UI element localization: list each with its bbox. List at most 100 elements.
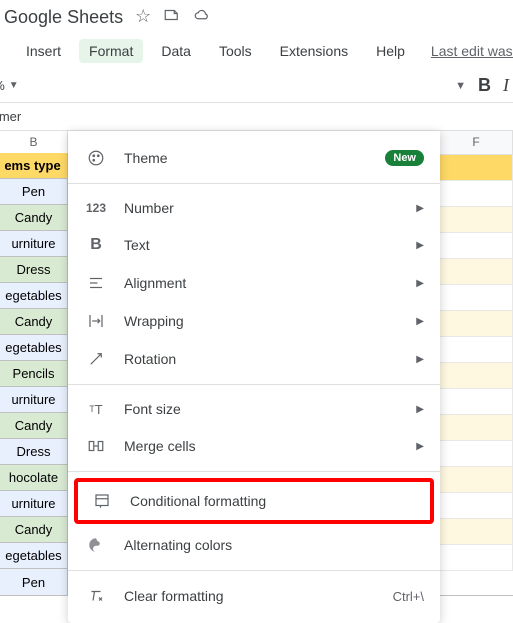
menu-alternating-colors[interactable]: Alternating colors	[68, 526, 440, 564]
divider	[68, 570, 440, 571]
menu-number[interactable]: 123 Number ▶	[68, 190, 440, 226]
wrap-icon	[84, 312, 108, 330]
menu-rotation[interactable]: Rotation ▶	[68, 340, 440, 378]
highlight-annotation: Conditional formatting	[74, 478, 434, 524]
zoom-selector[interactable]: 0% ▼	[0, 78, 19, 93]
document-title: e in Google Sheets	[0, 7, 123, 28]
menu-label: Merge cells	[124, 438, 416, 454]
table-cell[interactable]	[440, 207, 513, 233]
table-cell[interactable]	[440, 467, 513, 493]
table-cell[interactable]	[440, 311, 513, 337]
cloud-icon[interactable]	[193, 6, 211, 29]
table-cell[interactable]: egetables	[0, 543, 68, 569]
column-b: B ems type Pen Candy urniture Dress eget…	[0, 131, 68, 569]
menu-theme[interactable]: Theme New	[68, 139, 440, 177]
menu-font-size[interactable]: TT Font size ▶	[68, 391, 440, 427]
chevron-right-icon: ▶	[416, 316, 424, 327]
table-cell[interactable]: Candy	[0, 517, 68, 543]
italic-button[interactable]: I	[503, 75, 509, 96]
clear-format-icon	[84, 587, 108, 605]
table-cell[interactable]	[440, 519, 513, 545]
table-cell[interactable]: urniture	[0, 491, 68, 517]
rotation-icon	[84, 350, 108, 368]
menu-clear-formatting[interactable]: Clear formatting Ctrl+\	[68, 577, 440, 615]
new-badge: New	[385, 150, 424, 166]
table-cell[interactable]: Pencils	[0, 361, 68, 387]
table-cell[interactable]	[440, 337, 513, 363]
table-cell[interactable]: urniture	[0, 387, 68, 413]
divider	[68, 384, 440, 385]
menubar: Insert Format Data Tools Extensions Help…	[0, 35, 513, 69]
table-cell[interactable]: Pen	[0, 569, 68, 595]
table-cell[interactable]: egetables	[0, 335, 68, 361]
table-cell[interactable]: Candy	[0, 413, 68, 439]
menu-data[interactable]: Data	[151, 39, 201, 63]
format-menu-dropdown: Theme New 123 Number ▶ B Text ▶ Alignmen…	[68, 131, 440, 623]
table-cell[interactable]: egetables	[0, 283, 68, 309]
formula-value: tomer	[0, 109, 21, 124]
chevron-right-icon: ▶	[416, 441, 424, 452]
table-cell[interactable]	[440, 233, 513, 259]
alternating-colors-icon	[84, 536, 108, 554]
spreadsheet: B ems type Pen Candy urniture Dress eget…	[0, 131, 513, 596]
menu-label: Number	[124, 200, 416, 216]
menu-label: Font size	[124, 401, 416, 417]
move-icon[interactable]	[163, 6, 181, 29]
star-icon[interactable]: ☆	[135, 6, 151, 29]
menu-label: Text	[124, 237, 416, 253]
menu-alignment[interactable]: Alignment ▶	[68, 264, 440, 302]
table-cell[interactable]	[440, 493, 513, 519]
table-cell[interactable]: Dress	[0, 439, 68, 465]
number-icon: 123	[84, 201, 108, 215]
toolbar: 0% ▼ ▼ B I	[0, 69, 513, 103]
table-cell[interactable]	[440, 181, 513, 207]
chevron-right-icon: ▶	[416, 404, 424, 415]
menu-label: Alternating colors	[124, 537, 424, 553]
bold-button[interactable]: B	[478, 75, 491, 96]
menu-conditional-formatting[interactable]: Conditional formatting	[78, 482, 430, 520]
table-cell[interactable]	[440, 285, 513, 311]
col-header-f[interactable]: F	[440, 131, 513, 155]
table-cell[interactable]: Dress	[0, 257, 68, 283]
table-cell[interactable]	[440, 363, 513, 389]
chevron-down-icon: ▼	[9, 80, 19, 91]
caret-icon[interactable]: ▼	[455, 80, 466, 92]
menu-label: Conditional formatting	[130, 493, 418, 509]
menu-insert[interactable]: Insert	[16, 39, 71, 63]
menu-label: Clear formatting	[124, 588, 393, 604]
table-cell[interactable]	[440, 155, 513, 181]
menu-help[interactable]: Help	[366, 39, 415, 63]
menu-label: Alignment	[124, 275, 416, 291]
table-cell[interactable]: urniture	[0, 231, 68, 257]
menu-wrapping[interactable]: Wrapping ▶	[68, 302, 440, 340]
menu-label: Theme	[124, 150, 385, 166]
table-cell[interactable]	[440, 259, 513, 285]
menu-label: Rotation	[124, 351, 416, 367]
formula-bar[interactable]: tomer	[0, 103, 513, 131]
chevron-right-icon: ▶	[416, 278, 424, 289]
table-cell[interactable]: hocolate	[0, 465, 68, 491]
header-cell[interactable]: ems type	[0, 153, 68, 179]
menu-format[interactable]: Format	[79, 39, 143, 63]
table-cell[interactable]: Pen	[0, 179, 68, 205]
bold-icon: B	[84, 236, 108, 254]
menu-tools[interactable]: Tools	[209, 39, 262, 63]
table-cell[interactable]: Candy	[0, 205, 68, 231]
table-cell[interactable]	[440, 441, 513, 467]
menu-merge-cells[interactable]: Merge cells ▶	[68, 427, 440, 465]
conditional-format-icon	[90, 492, 114, 510]
col-header-b[interactable]: B	[0, 131, 68, 153]
table-cell[interactable]	[440, 389, 513, 415]
menu-extensions[interactable]: Extensions	[270, 39, 358, 63]
menu-text[interactable]: B Text ▶	[68, 226, 440, 264]
table-cell[interactable]: Candy	[0, 309, 68, 335]
toolbar-right: ▼ B I	[455, 75, 513, 96]
chevron-right-icon: ▶	[416, 240, 424, 251]
font-size-icon: TT	[84, 402, 108, 417]
zoom-value: 0%	[0, 78, 5, 93]
menu-label: Wrapping	[124, 313, 416, 329]
divider	[68, 183, 440, 184]
table-cell[interactable]	[440, 545, 513, 571]
table-cell[interactable]	[440, 415, 513, 441]
last-edit-link[interactable]: Last edit was s	[431, 43, 513, 59]
